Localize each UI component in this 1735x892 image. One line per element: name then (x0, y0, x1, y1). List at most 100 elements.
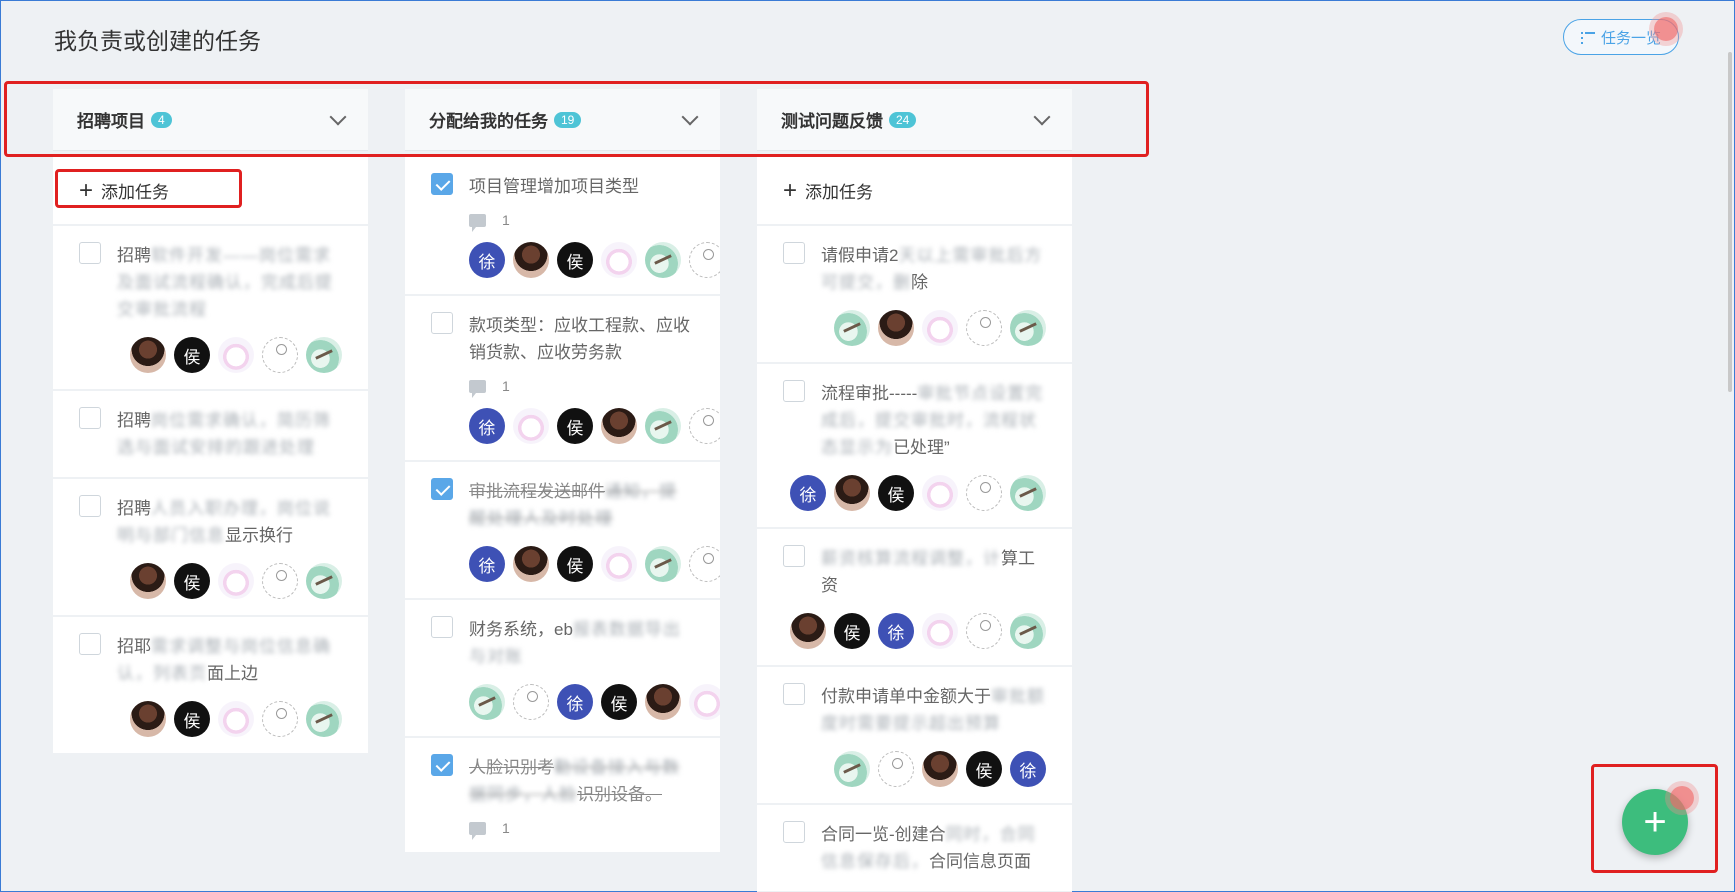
avatar[interactable] (513, 546, 549, 582)
avatar[interactable] (645, 684, 681, 720)
avatar[interactable] (966, 475, 1002, 511)
task-checkbox[interactable] (431, 173, 453, 195)
avatar[interactable] (878, 310, 914, 346)
task-checkbox[interactable] (431, 754, 453, 776)
task-checkbox[interactable] (79, 495, 101, 517)
task-checkbox[interactable] (431, 478, 453, 500)
avatar[interactable] (645, 546, 681, 582)
task-card[interactable]: 薪资核算流程调整，计算工资侯徐 (757, 529, 1072, 667)
avatar[interactable] (513, 408, 549, 444)
avatar[interactable] (262, 563, 298, 599)
avatar[interactable] (922, 751, 958, 787)
avatar[interactable]: 侯 (174, 701, 210, 737)
avatar[interactable]: 侯 (174, 563, 210, 599)
avatar[interactable] (130, 701, 166, 737)
add-task-button[interactable]: + 添加任务 (757, 157, 1072, 226)
avatar[interactable] (645, 408, 681, 444)
avatar[interactable]: 侯 (966, 751, 1002, 787)
avatar[interactable] (834, 751, 870, 787)
task-card[interactable]: 人脸识别考勤设备接入与数据同步，人脸识别设备。 1 (405, 738, 720, 854)
avatar[interactable]: 徐 (1010, 751, 1046, 787)
avatar[interactable] (218, 337, 254, 373)
avatar[interactable] (601, 546, 637, 582)
avatar[interactable] (834, 310, 870, 346)
avatar[interactable]: 徐 (469, 242, 505, 278)
task-checkbox[interactable] (783, 545, 805, 567)
chevron-down-icon[interactable] (681, 108, 699, 125)
task-checkbox[interactable] (79, 407, 101, 429)
avatar[interactable]: 侯 (878, 475, 914, 511)
avatar[interactable] (262, 701, 298, 737)
task-card[interactable]: 付款申请单中金额大于审批额度时需要提示超出预算侯徐 (757, 667, 1072, 805)
avatar[interactable] (922, 613, 958, 649)
avatar[interactable] (689, 684, 720, 720)
task-checkbox[interactable] (783, 380, 805, 402)
avatar[interactable] (689, 242, 720, 278)
avatar[interactable] (689, 546, 720, 582)
avatar[interactable] (218, 563, 254, 599)
avatar[interactable]: 侯 (174, 337, 210, 373)
scrollbar[interactable] (1728, 52, 1732, 392)
chevron-down-icon[interactable] (1033, 108, 1051, 125)
avatar[interactable] (922, 475, 958, 511)
task-card[interactable]: 合同一览-创建合同时，合同信息保存后，合同信息页面 (757, 805, 1072, 892)
avatar[interactable] (513, 684, 549, 720)
column-header[interactable]: 分配给我的任务 19 (405, 89, 720, 151)
task-checkbox[interactable] (783, 683, 805, 705)
task-card[interactable]: 招聘人员入职办理，岗位说明与部门信息显示换行侯 (53, 479, 368, 617)
avatar[interactable] (790, 613, 826, 649)
avatar[interactable]: 侯 (557, 408, 593, 444)
comment-count[interactable]: 1 (469, 212, 694, 232)
task-checkbox[interactable] (79, 242, 101, 264)
avatar[interactable]: 徐 (469, 546, 505, 582)
avatar[interactable] (1010, 613, 1046, 649)
avatar[interactable] (469, 684, 505, 720)
task-checkbox[interactable] (783, 242, 805, 264)
avatar[interactable]: 侯 (834, 613, 870, 649)
column-header[interactable]: 测试问题反馈 24 (757, 89, 1072, 151)
avatar[interactable] (601, 242, 637, 278)
comment-count[interactable]: 1 (469, 820, 694, 840)
avatar[interactable] (130, 563, 166, 599)
avatar[interactable] (306, 563, 342, 599)
avatar[interactable] (218, 701, 254, 737)
avatar[interactable] (878, 751, 914, 787)
avatar[interactable] (1010, 475, 1046, 511)
task-card[interactable]: 请假申请2天以上需审批后方可提交，删除 (757, 226, 1072, 364)
avatar[interactable] (966, 613, 1002, 649)
comment-count[interactable]: 1 (469, 378, 694, 398)
task-checkbox[interactable] (783, 821, 805, 843)
avatar[interactable] (601, 408, 637, 444)
avatar[interactable]: 侯 (601, 684, 637, 720)
avatar[interactable] (306, 337, 342, 373)
avatar[interactable] (1010, 310, 1046, 346)
avatar[interactable]: 侯 (557, 242, 593, 278)
task-checkbox[interactable] (79, 633, 101, 655)
task-card[interactable]: 财务系统，eb报表数据导出与对账徐侯 (405, 600, 720, 738)
task-card[interactable]: 项目管理增加项目类型 1 徐侯 (405, 157, 720, 296)
task-checkbox[interactable] (431, 616, 453, 638)
task-card[interactable]: 审批流程发送邮件通知，提醒处理人及时处理徐侯 (405, 462, 720, 600)
avatar[interactable]: 徐 (878, 613, 914, 649)
avatar[interactable] (130, 337, 166, 373)
avatar[interactable] (513, 242, 549, 278)
avatar[interactable] (834, 475, 870, 511)
avatar[interactable] (966, 310, 1002, 346)
task-checkbox[interactable] (431, 312, 453, 334)
task-card[interactable]: 流程审批-----审批节点设置完成后，提交审批时，流程状态显示为已处理” 徐侯 (757, 364, 1072, 529)
avatar[interactable] (645, 242, 681, 278)
task-card[interactable]: 招聘软件开发——岗位需求及面试流程确认，完成后提交审批流程侯 (53, 226, 368, 391)
avatar[interactable]: 徐 (469, 408, 505, 444)
avatar[interactable] (306, 701, 342, 737)
avatar[interactable] (689, 408, 720, 444)
chevron-down-icon[interactable] (329, 108, 347, 125)
task-card[interactable]: 款项类型：应收工程款、应收销货款、应收劳务款 1 徐侯 (405, 296, 720, 462)
avatar[interactable]: 侯 (557, 546, 593, 582)
column-header[interactable]: 招聘项目 4 (53, 89, 368, 151)
add-task-button[interactable]: + 添加任务 (53, 157, 368, 226)
avatar[interactable] (262, 337, 298, 373)
avatar[interactable]: 徐 (557, 684, 593, 720)
task-card[interactable]: 招耶需求调整与岗位信息确认，列表页面上边侯 (53, 617, 368, 755)
task-card[interactable]: 招聘岗位需求确认，简历筛选与面试安排的跟进处理 (53, 391, 368, 479)
avatar[interactable]: 徐 (790, 475, 826, 511)
